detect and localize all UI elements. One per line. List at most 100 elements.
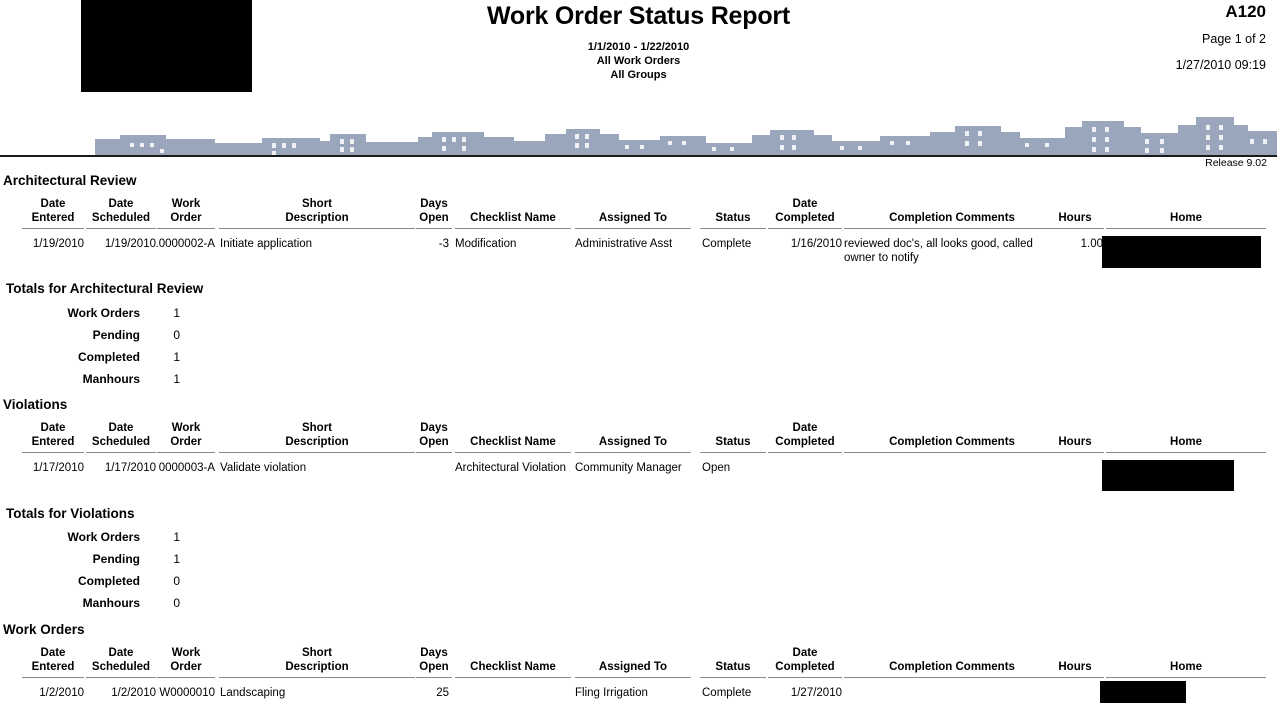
- report-subtitle: 1/1/2010 - 1/22/2010 All Work Orders All…: [0, 40, 1277, 83]
- col-rule-date-entered: [22, 228, 84, 229]
- totals-label-work-orders: Work Orders: [67, 530, 140, 544]
- col-header-hours: Hours: [1058, 436, 1092, 448]
- report-scope-orders: All Work Orders: [596, 55, 681, 68]
- totals-label-completed: Completed: [77, 350, 140, 364]
- col-rule-date-scheduled: [86, 452, 156, 453]
- report-date-range: 1/1/2010 - 1/22/2010: [587, 41, 690, 53]
- report-scope-groups: All Groups: [610, 69, 667, 82]
- col-rule-days-open: [416, 677, 452, 678]
- cell-completion-comments: reviewed doc's, all looks good, called o…: [844, 238, 1033, 264]
- col-header-checklist-name: Checklist Name: [470, 661, 556, 673]
- cell-short-description: Landscaping: [220, 687, 286, 699]
- cell-date-scheduled: 1/2/2010: [111, 687, 156, 699]
- col-rule-date-scheduled: [86, 228, 156, 229]
- cell-date-entered: 1/17/2010: [32, 462, 84, 474]
- col-rule-date-entered: [22, 452, 84, 453]
- col-header-work-order: Work Order: [170, 198, 202, 224]
- col-rule-days-open: [416, 452, 452, 453]
- col-header-days-open: Days Open: [419, 422, 449, 448]
- col-header-short-description: Short Description: [285, 198, 349, 224]
- cell-date-completed: 1/27/2010: [790, 687, 842, 699]
- cell-hours: 1.00: [1080, 238, 1103, 250]
- col-header-home: Home: [1170, 661, 1202, 673]
- col-header-home: Home: [1170, 212, 1202, 224]
- col-rule-work-order: [157, 677, 215, 678]
- cell-work-order: .0000002-A: [155, 238, 215, 250]
- report-timestamp: 1/27/2010 09:19: [1175, 58, 1266, 72]
- totals-value-work-orders: 1: [173, 306, 180, 320]
- col-header-date-completed: Date Completed: [775, 422, 835, 448]
- cell-work-order: W0000010: [159, 687, 215, 699]
- cell-home-redaction: [1102, 236, 1261, 268]
- totals-value-manhours: 1: [173, 372, 180, 386]
- col-rule-completion-comments: [844, 452, 1060, 453]
- cell-home-redaction: [1102, 460, 1234, 491]
- col-header-status: Status: [715, 436, 751, 448]
- cell-date-entered: 1/2/2010: [39, 687, 84, 699]
- col-header-date-completed: Date Completed: [775, 198, 835, 224]
- totals-value-completed: 0: [173, 574, 180, 588]
- section-heading-violations: Violations: [3, 397, 68, 412]
- col-rule-completion-comments: [844, 228, 1060, 229]
- cell-status: Complete: [702, 238, 752, 250]
- col-rule-status: [700, 228, 766, 229]
- col-rule-hours: [1046, 452, 1104, 453]
- totals-label-work-orders: Work Orders: [67, 306, 140, 320]
- col-rule-date-scheduled: [86, 677, 156, 678]
- col-header-work-order: Work Order: [170, 422, 202, 448]
- work-order-status-report-page: Work Order Status Report 1/1/2010 - 1/22…: [0, 0, 1277, 703]
- col-header-home: Home: [1170, 436, 1202, 448]
- col-rule-home: [1106, 228, 1266, 229]
- cell-date-scheduled: 1/19/2010: [104, 238, 156, 250]
- cell-days-open: 25: [436, 687, 449, 699]
- cell-short-description: Initiate application: [220, 238, 313, 250]
- col-rule-date-entered: [22, 677, 84, 678]
- col-header-checklist-name: Checklist Name: [470, 436, 556, 448]
- cell-assigned-to: Fling Irrigation: [575, 687, 648, 699]
- col-header-assigned-to: Assigned To: [598, 436, 668, 448]
- col-rule-home: [1106, 677, 1266, 678]
- col-rule-work-order: [157, 452, 215, 453]
- col-header-date-scheduled: Date Scheduled: [91, 422, 151, 448]
- col-rule-home: [1106, 452, 1266, 453]
- col-header-short-description: Short Description: [285, 422, 349, 448]
- totals-value-work-orders: 1: [173, 530, 180, 544]
- col-header-date-scheduled: Date Scheduled: [91, 198, 151, 224]
- col-rule-days-open: [416, 228, 452, 229]
- cell-work-order: 0000003-A: [158, 462, 215, 474]
- col-header-date-entered: Date Entered: [31, 647, 75, 673]
- col-header-assigned-to: Assigned To: [598, 661, 668, 673]
- totals-value-completed: 1: [173, 350, 180, 364]
- totals-label-completed: Completed: [77, 574, 140, 588]
- col-rule-work-order: [157, 228, 215, 229]
- cell-days-open: -3: [438, 238, 449, 250]
- col-rule-short-description: [219, 452, 415, 453]
- section-heading-work-orders: Work Orders: [3, 622, 85, 637]
- cell-home-redaction: [1100, 681, 1186, 703]
- cell-checklist-name: Architectural Violation: [455, 462, 567, 474]
- cell-status: Complete: [702, 687, 752, 699]
- col-header-date-completed: Date Completed: [775, 647, 835, 673]
- col-header-completion-comments: Completion Comments: [889, 212, 1015, 224]
- totals-heading-architectural-review: Totals for Architectural Review: [6, 281, 204, 296]
- col-rule-short-description: [219, 228, 415, 229]
- totals-value-pending: 0: [173, 328, 180, 342]
- col-header-work-order: Work Order: [170, 647, 202, 673]
- col-header-completion-comments: Completion Comments: [889, 661, 1015, 673]
- col-rule-date-completed: [768, 452, 842, 453]
- col-rule-assigned-to: [575, 677, 691, 678]
- col-header-date-entered: Date Entered: [31, 422, 75, 448]
- col-header-checklist-name: Checklist Name: [470, 212, 556, 224]
- cityscape-banner-icon: [95, 117, 1277, 157]
- cell-assigned-to: Community Manager: [575, 462, 682, 474]
- col-rule-checklist-name: [455, 228, 571, 229]
- col-header-status: Status: [715, 212, 751, 224]
- page-title: Work Order Status Report: [486, 2, 791, 30]
- totals-label-pending: Pending: [92, 552, 140, 566]
- section-heading-architectural-review: Architectural Review: [3, 173, 137, 188]
- totals-value-pending: 1: [173, 552, 180, 566]
- col-header-days-open: Days Open: [419, 198, 449, 224]
- cell-short-description: Validate violation: [220, 462, 307, 474]
- col-header-hours: Hours: [1058, 661, 1092, 673]
- col-rule-short-description: [219, 677, 415, 678]
